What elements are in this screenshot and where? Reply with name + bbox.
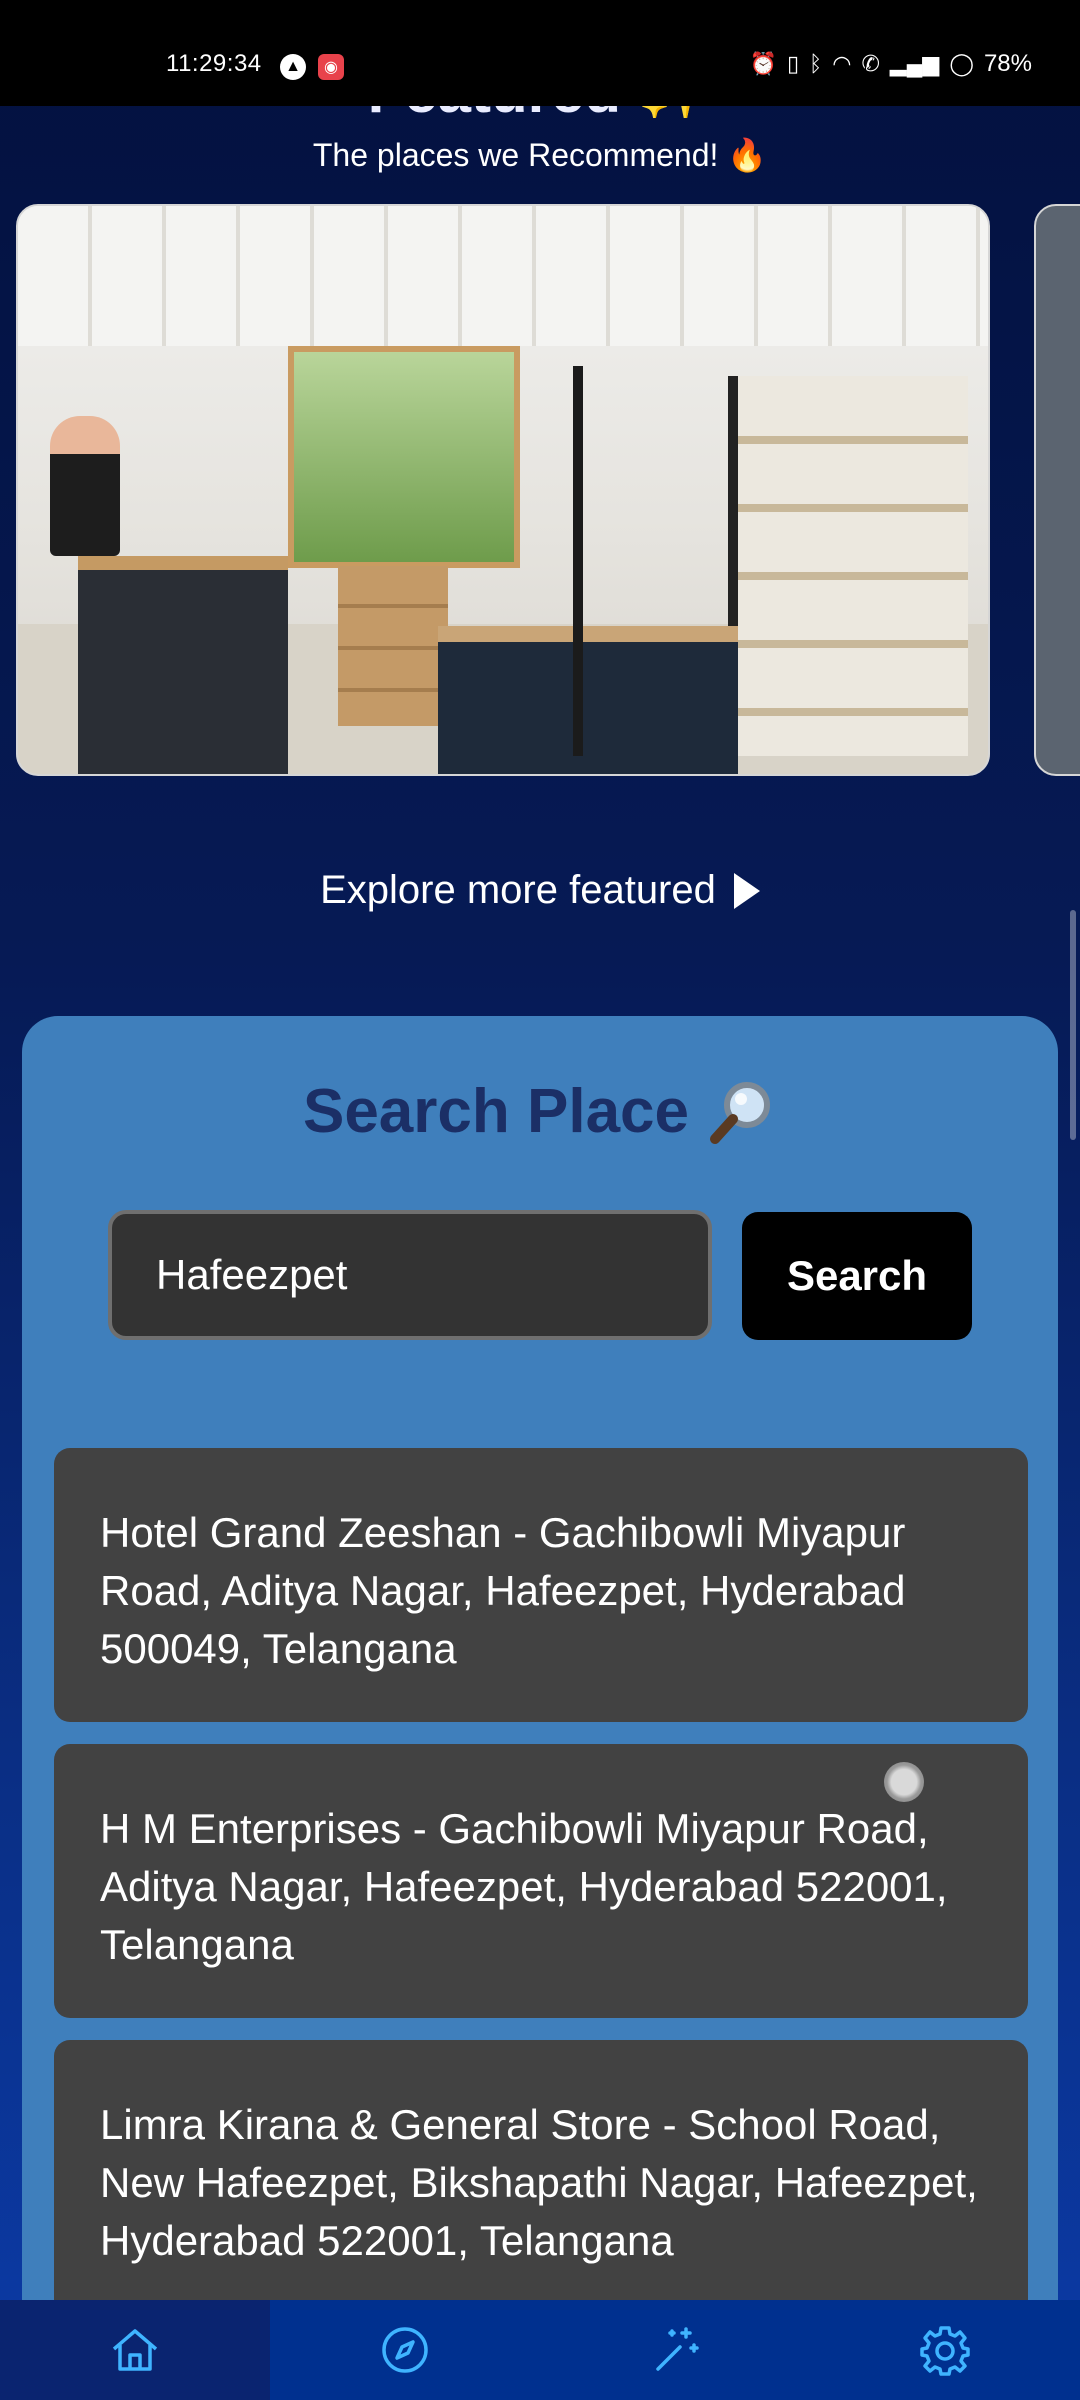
app-notification-icon-2: ◉ (318, 54, 344, 80)
compass-icon (382, 2327, 428, 2373)
search-panel: Search Place Search Hotel Grand Zeeshan … (22, 1016, 1058, 2400)
bluetooth-icon: ᛒ (809, 51, 823, 76)
bottom-navigation (0, 2300, 1080, 2400)
search-button[interactable]: Search (742, 1212, 972, 1340)
search-input[interactable] (108, 1210, 712, 1340)
nav-explore[interactable] (270, 2300, 540, 2400)
magic-wand-icon (656, 2327, 699, 2371)
battery-level: 78% (983, 50, 1032, 77)
magnifier-icon (710, 1081, 771, 1144)
featured-place-card[interactable] (16, 204, 990, 776)
app-notification-icon: ▲ (280, 54, 306, 80)
explore-more-label: Explore more featured (320, 868, 716, 912)
nav-home[interactable] (0, 2300, 270, 2400)
search-title: Search Place (22, 1076, 1058, 1147)
result-item[interactable]: H M Enterprises - Gachibowli Miyapur Roa… (54, 1744, 1028, 2018)
alarm-icon: ⏰ (749, 51, 777, 76)
vibrate-icon: ▯ (786, 51, 800, 76)
battery-icon: ◯ (949, 51, 974, 76)
result-item[interactable]: Hotel Grand Zeeshan - Gachibowli Miyapur… (54, 1448, 1028, 1722)
status-notification-icons: ▲ ◉ (280, 54, 344, 80)
nav-magic[interactable] (540, 2300, 810, 2400)
wifi-icon: ◠ (832, 51, 852, 76)
play-icon (733, 872, 760, 909)
touch-indicator (884, 1762, 924, 1802)
signal-icon: ▂▄▆ (889, 51, 940, 76)
call-icon: ✆ (861, 51, 880, 76)
status-time: 11:29:34 (166, 50, 262, 77)
app-screen: 11:29:34 ▲ ◉ ⏰ ▯ ᛒ ◠ ✆ ▂▄▆ ◯ 78% Feature… (0, 0, 1080, 2400)
gear-icon (920, 2326, 970, 2376)
home-icon (112, 2329, 158, 2371)
nav-settings[interactable] (810, 2300, 1080, 2400)
status-bar: 11:29:34 ▲ ◉ ⏰ ▯ ᛒ ◠ ✆ ▂▄▆ ◯ 78% (0, 0, 1080, 106)
featured-subtitle: The places we Recommend! 🔥 (312, 137, 768, 173)
featured-image (18, 206, 988, 774)
scrollbar[interactable] (1070, 910, 1076, 1140)
featured-place-card-next[interactable] (1034, 204, 1080, 776)
search-title-text: Search Place (302, 1077, 690, 1146)
status-system-icons: ⏰ ▯ ᛒ ◠ ✆ ▂▄▆ ◯ 78% (750, 50, 1032, 78)
explore-more-featured-link[interactable]: Explore more featured (0, 868, 1080, 913)
